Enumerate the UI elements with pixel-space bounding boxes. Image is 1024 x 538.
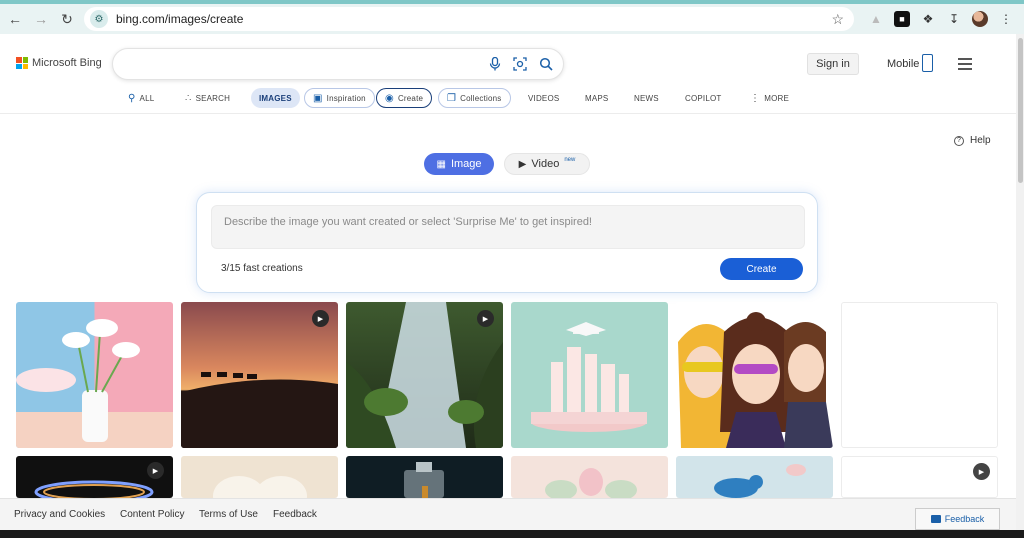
help-link[interactable]: ? Help [954, 135, 991, 146]
prompt-input[interactable]: Describe the image you want created or s… [211, 205, 805, 249]
tab-collections[interactable]: ❐ Collections [438, 88, 511, 108]
gallery-image-desert-camels[interactable]: ▶ [181, 302, 338, 448]
reload-icon[interactable]: ↻ [56, 8, 78, 30]
image-icon: ▣ [313, 92, 323, 104]
browser-toolbar: ← → ↻ ⚙ bing.com/images/create ☆ ▲ ■ ❖ ↧… [0, 4, 1024, 34]
search-input[interactable] [112, 48, 564, 80]
url-text: bing.com/images/create [116, 12, 244, 26]
mobile-link[interactable]: Mobile [887, 58, 919, 70]
more-menu-icon[interactable]: ⋮ [998, 11, 1014, 27]
gallery-image-calla-lilies[interactable] [16, 302, 173, 448]
collections-icon: ❐ [447, 92, 457, 104]
content-policy-link[interactable]: Content Policy [120, 509, 184, 520]
site-settings-icon[interactable]: ⚙ [90, 10, 108, 28]
gallery-image-perfume[interactable] [346, 456, 503, 498]
tab-videos[interactable]: VIDEOS [528, 88, 559, 108]
gallery-image-paper-flowers[interactable] [511, 456, 668, 498]
phone-icon[interactable] [922, 54, 933, 72]
extension-dark-icon[interactable]: ■ [894, 11, 910, 27]
play-icon[interactable]: ▶ [477, 310, 494, 327]
help-label: Help [970, 135, 991, 146]
gallery-image-curls[interactable] [181, 456, 338, 498]
copilot-icon: ∴ [185, 92, 192, 104]
video-mode-button[interactable]: ▶ Video new [504, 153, 590, 175]
tab-label: NEWS [634, 93, 659, 103]
tab-maps[interactable]: MAPS [585, 88, 608, 108]
tab-label: Create [397, 93, 424, 103]
header-divider [0, 113, 1016, 114]
tab-all[interactable]: ⚲ ALL [128, 88, 154, 108]
tab-label: VIDEOS [528, 93, 560, 103]
gallery-image-glass[interactable]: ▶ [16, 456, 173, 498]
hamburger-menu-icon[interactable] [958, 58, 972, 73]
tab-label: Inspiration [326, 93, 366, 103]
video-icon: ▶ [518, 158, 527, 170]
tab-label: IMAGES [259, 93, 292, 103]
tab-label: Collections [460, 93, 502, 103]
profile-avatar[interactable] [972, 11, 988, 27]
gallery-image-bird[interactable] [676, 456, 833, 498]
tab-label: COPILOT [685, 93, 722, 103]
gallery-image-anime-characters[interactable] [676, 302, 833, 448]
vertical-tabs: ⚲ ALL ∴ SEARCH IMAGES ▣ Inspiration ◉ Cr… [0, 88, 1024, 110]
tab-copilot[interactable]: COPILOT [685, 88, 722, 108]
tab-label: SEARCH [195, 93, 231, 103]
bing-logo[interactable]: Microsoft Bing [16, 57, 102, 69]
terms-link[interactable]: Terms of Use [199, 509, 258, 520]
feedback-icon [930, 515, 941, 523]
feedback-label: Feedback [944, 514, 985, 524]
play-icon[interactable]: ▶ [973, 463, 990, 480]
create-icon: ◉ [385, 92, 394, 104]
play-icon[interactable]: ▶ [312, 310, 329, 327]
search-icon[interactable] [539, 57, 553, 74]
feedback-button[interactable]: Feedback [915, 508, 1000, 530]
image-create-icon: ▦ [436, 158, 446, 170]
play-icon[interactable]: ▶ [147, 462, 164, 479]
image-mode-label: Image [450, 158, 482, 170]
microphone-icon[interactable] [489, 56, 501, 74]
tab-inspiration[interactable]: ▣ Inspiration [304, 88, 375, 108]
help-circle-icon: ? [954, 135, 964, 146]
image-mode-button[interactable]: ▦ Image [424, 153, 494, 175]
gallery-image-graduation-city[interactable] [511, 302, 668, 448]
gallery-image-waterfall[interactable]: ▶ [346, 302, 503, 448]
microsoft-logo-icon [16, 57, 28, 69]
feedback-link[interactable]: Feedback [273, 509, 317, 520]
create-panel: Describe the image you want created or s… [196, 192, 818, 293]
sign-in-button[interactable]: Sign in [807, 53, 859, 75]
more-dots-icon: ⋮ [750, 92, 761, 104]
page-footer: Privacy and Cookies Content Policy Terms… [0, 498, 1016, 530]
back-arrow-icon[interactable]: ← [4, 8, 26, 30]
privacy-link[interactable]: Privacy and Cookies [14, 509, 105, 520]
extension-icon[interactable]: ▲ [868, 11, 884, 27]
tab-label: ALL [139, 93, 155, 103]
bookmark-star-icon[interactable]: ☆ [831, 11, 844, 28]
forward-arrow-icon[interactable]: → [30, 8, 52, 30]
taskbar-strip [0, 530, 1024, 538]
address-bar[interactable]: ⚙ bing.com/images/create ☆ [84, 7, 854, 31]
puzzle-extensions-icon[interactable]: ❖ [920, 11, 936, 27]
create-button[interactable]: Create [720, 258, 803, 280]
gallery-image-placeholder[interactable]: ▶ [841, 456, 998, 498]
tab-images[interactable]: IMAGES [251, 88, 300, 108]
tab-more[interactable]: ⋮ MORE [750, 88, 789, 108]
boosts-count: 3/15 fast creations [221, 263, 303, 274]
tab-search[interactable]: ∴ SEARCH [185, 88, 230, 108]
tab-label: MAPS [585, 93, 609, 103]
tab-create[interactable]: ◉ Create [376, 88, 433, 108]
gallery-image-placeholder[interactable] [841, 302, 998, 448]
video-mode-label: Video [531, 158, 560, 170]
tab-news[interactable]: NEWS [634, 88, 659, 108]
new-badge: new [564, 157, 576, 163]
logo-text: Microsoft Bing [32, 57, 102, 69]
tab-label: MORE [764, 93, 790, 103]
scrollbar-thumb[interactable] [1018, 38, 1023, 183]
download-icon[interactable]: ↧ [946, 11, 962, 27]
visual-search-icon[interactable] [513, 57, 527, 74]
search-icon: ⚲ [128, 92, 136, 104]
